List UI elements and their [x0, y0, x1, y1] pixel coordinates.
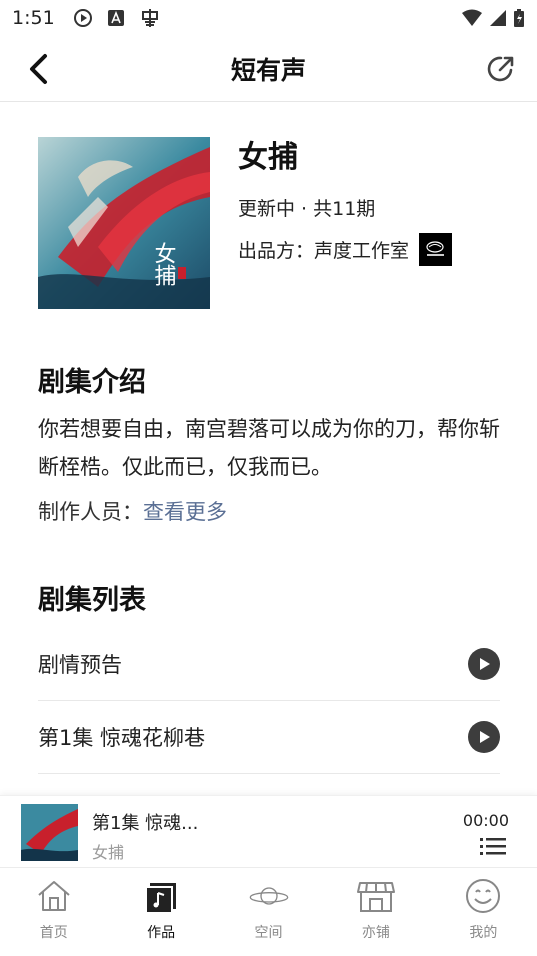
intro-text: 你若想要自由，南宫碧落可以成为你的刀，帮你斩断桎梏。仅此而已，仅我而已。	[38, 417, 500, 479]
mini-player-title: 第1集 惊魂...	[92, 813, 199, 834]
play-icon	[480, 658, 490, 670]
tab-mine[interactable]: 我的	[430, 868, 537, 956]
share-icon	[487, 56, 514, 82]
status-system-icons	[461, 8, 525, 28]
producer-label: 出品方：	[238, 240, 315, 262]
staff-line: 制作人员：查看更多	[38, 496, 227, 526]
album-cover-calligraphy: 女捕	[151, 242, 177, 286]
episode-title: 剧情预告	[38, 653, 122, 677]
studio-logo-icon	[426, 241, 445, 256]
producer-name[interactable]: 声度工作室	[314, 236, 409, 263]
play-button[interactable]	[468, 648, 500, 680]
producer-line: 出品方： 声度工作室	[238, 233, 453, 266]
episode-title: 第1集 惊魂花柳巷	[38, 726, 206, 750]
mini-player[interactable]: 第1集 惊魂... 女捕 00:00	[0, 795, 537, 867]
wifi-icon	[462, 9, 482, 26]
drama-info: 女捕 更新中 · 共11期 出品方： 声度工作室	[238, 132, 453, 278]
drama-status: 更新中 · 共11期	[238, 194, 452, 221]
status-notifications	[73, 7, 161, 29]
play-icon	[480, 731, 490, 743]
tab-label: 作品	[147, 925, 176, 941]
top-nav-bar: 短有声	[0, 36, 537, 102]
tab-label: 空间	[254, 925, 283, 941]
tab-label: 首页	[39, 925, 68, 941]
episode-list-heading: 剧集列表	[38, 585, 146, 616]
episode-row-trailer[interactable]: 剧情预告	[38, 628, 500, 701]
bottom-tab-bar: 首页 作品 空间 亦铺 我的	[0, 867, 537, 956]
mini-cover-art	[21, 804, 78, 861]
status-bar: 1:51	[0, 0, 537, 36]
album-cover-art: 女捕	[38, 137, 210, 309]
planet-icon	[249, 878, 289, 914]
tab-space[interactable]: 空间	[215, 868, 322, 956]
share-button[interactable]	[483, 51, 519, 87]
album-cover[interactable]: 女捕	[38, 137, 210, 309]
drama-status-text: 更新中 · 共11期	[238, 198, 376, 220]
app-notification-icon	[141, 9, 158, 27]
tab-works[interactable]: 作品	[107, 868, 214, 956]
a-box-icon	[107, 10, 124, 26]
play-circle-icon	[73, 9, 92, 27]
music-note-icon	[141, 878, 181, 914]
shop-icon	[356, 878, 396, 914]
tab-shop[interactable]: 亦铺	[322, 868, 429, 956]
intro-heading: 剧集介绍	[38, 367, 146, 398]
back-button[interactable]	[20, 50, 56, 88]
playlist-icon[interactable]	[480, 836, 506, 856]
tab-label: 亦铺	[361, 925, 390, 941]
mini-player-cover[interactable]	[21, 804, 78, 861]
mini-player-time: 00:00	[462, 811, 509, 830]
page-title: 短有声	[230, 55, 306, 85]
drama-title: 女捕	[238, 140, 298, 175]
see-more-link[interactable]: 查看更多	[143, 500, 227, 524]
smile-icon	[463, 878, 503, 914]
tab-label: 我的	[469, 925, 498, 941]
episode-row-1[interactable]: 第1集 惊魂花柳巷	[38, 701, 500, 774]
staff-label: 制作人员：	[38, 500, 143, 524]
battery-icon	[514, 9, 524, 27]
tab-home[interactable]: 首页	[0, 868, 107, 956]
signal-icon	[490, 10, 506, 26]
mini-player-subtitle: 女捕	[92, 843, 125, 862]
play-button[interactable]	[468, 721, 500, 753]
chevron-left-icon	[30, 54, 47, 84]
studio-logo[interactable]	[419, 233, 453, 266]
home-icon	[34, 878, 74, 914]
status-time: 1:51	[12, 7, 55, 29]
